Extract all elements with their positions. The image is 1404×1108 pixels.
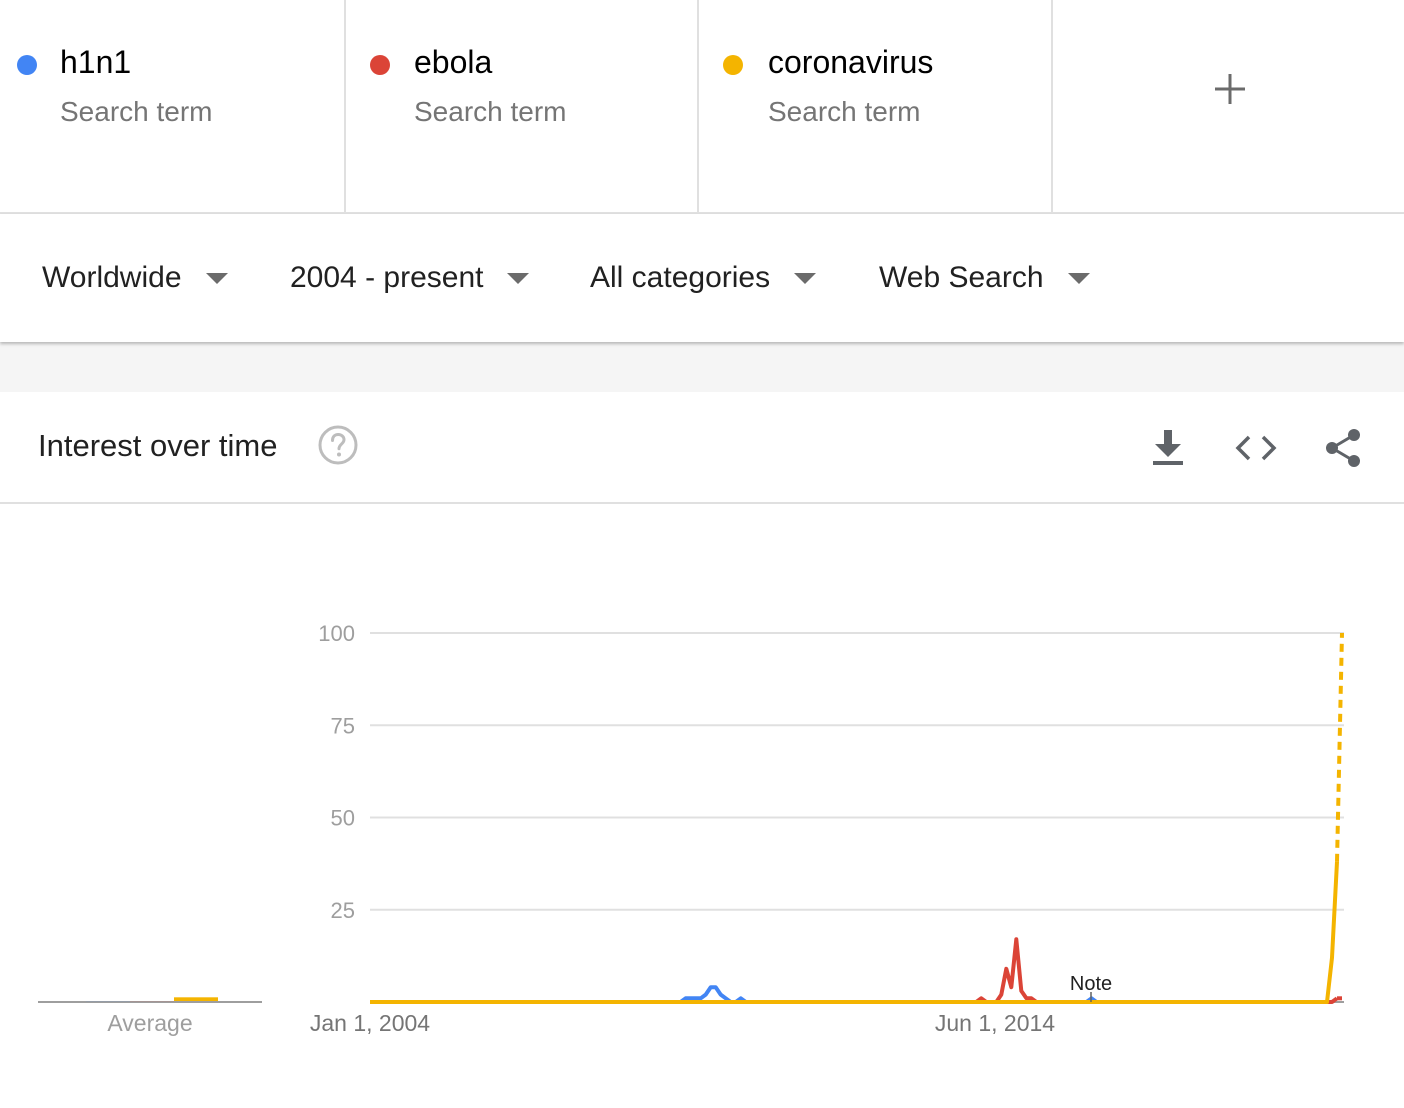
average-label: Average: [107, 1010, 192, 1036]
y-tick-label: 25: [331, 898, 355, 923]
search-term-coronavirus[interactable]: coronavirus Search term: [699, 0, 1053, 212]
download-icon[interactable]: [1146, 428, 1190, 468]
search-type-dropdown-label: Web Search: [879, 261, 1044, 294]
interest-over-time-header: Interest over time: [0, 392, 1404, 504]
average-bar-coronavirus: [174, 997, 218, 1001]
series-color-dot: [370, 55, 390, 75]
time-range-dropdown-label: 2004 - present: [290, 261, 484, 294]
series-color-dot: [723, 55, 743, 75]
plus-icon: [1215, 74, 1245, 104]
search-term-type: Search term: [414, 96, 567, 127]
time-range-dropdown[interactable]: 2004 - present: [290, 260, 530, 296]
search-term-name: ebola: [414, 44, 493, 80]
y-tick-label: 100: [318, 621, 355, 646]
add-comparison-button[interactable]: [1053, 0, 1404, 212]
search-term-ebola[interactable]: ebola Search term: [346, 0, 699, 212]
y-tick-label: 50: [331, 806, 355, 831]
caret-down-icon: [794, 272, 817, 284]
note-label[interactable]: Note: [1070, 973, 1112, 995]
region-dropdown[interactable]: Worldwide: [42, 260, 228, 296]
series-line-h1n1: [370, 985, 1098, 1004]
caret-down-icon: [1067, 272, 1090, 284]
search-term-name: h1n1: [60, 44, 132, 80]
series-line-coronavirus: [370, 861, 1339, 1004]
help-icon[interactable]: [318, 425, 358, 465]
category-dropdown[interactable]: All categories: [590, 260, 817, 296]
series-color-dot: [17, 55, 37, 75]
embed-code-icon[interactable]: [1234, 428, 1278, 468]
search-term-type: Search term: [60, 96, 213, 127]
search-term-name: coronavirus: [768, 44, 934, 80]
caret-down-icon: [205, 272, 228, 284]
filter-bar: Worldwide 2004 - present All categories …: [0, 214, 1404, 342]
region-dropdown-label: Worldwide: [42, 261, 182, 294]
series-line-ebola: [370, 937, 1339, 1004]
x-tick-label: Jun 1, 2014: [935, 1010, 1055, 1036]
interest-over-time-chart: Average 100 75 50 25 Jan 1, 2004 Jun 1, 2014 N…: [38, 621, 1344, 1036]
category-dropdown-label: All categories: [590, 261, 771, 294]
share-icon[interactable]: [1322, 428, 1366, 468]
x-tick-label: Jan 1, 2004: [310, 1010, 430, 1036]
search-type-dropdown[interactable]: Web Search: [879, 260, 1090, 296]
search-term-h1n1[interactable]: h1n1 Search term: [0, 0, 346, 212]
card-title: Interest over time: [38, 428, 278, 463]
y-tick-label: 75: [331, 713, 355, 738]
search-term-type: Search term: [768, 96, 921, 127]
caret-down-icon: [507, 272, 530, 284]
search-terms-bar: h1n1 Search term ebola Search term coron…: [0, 0, 1404, 214]
series-partial-line-coronavirus: [1335, 632, 1344, 862]
section-divider-band: [0, 342, 1404, 392]
